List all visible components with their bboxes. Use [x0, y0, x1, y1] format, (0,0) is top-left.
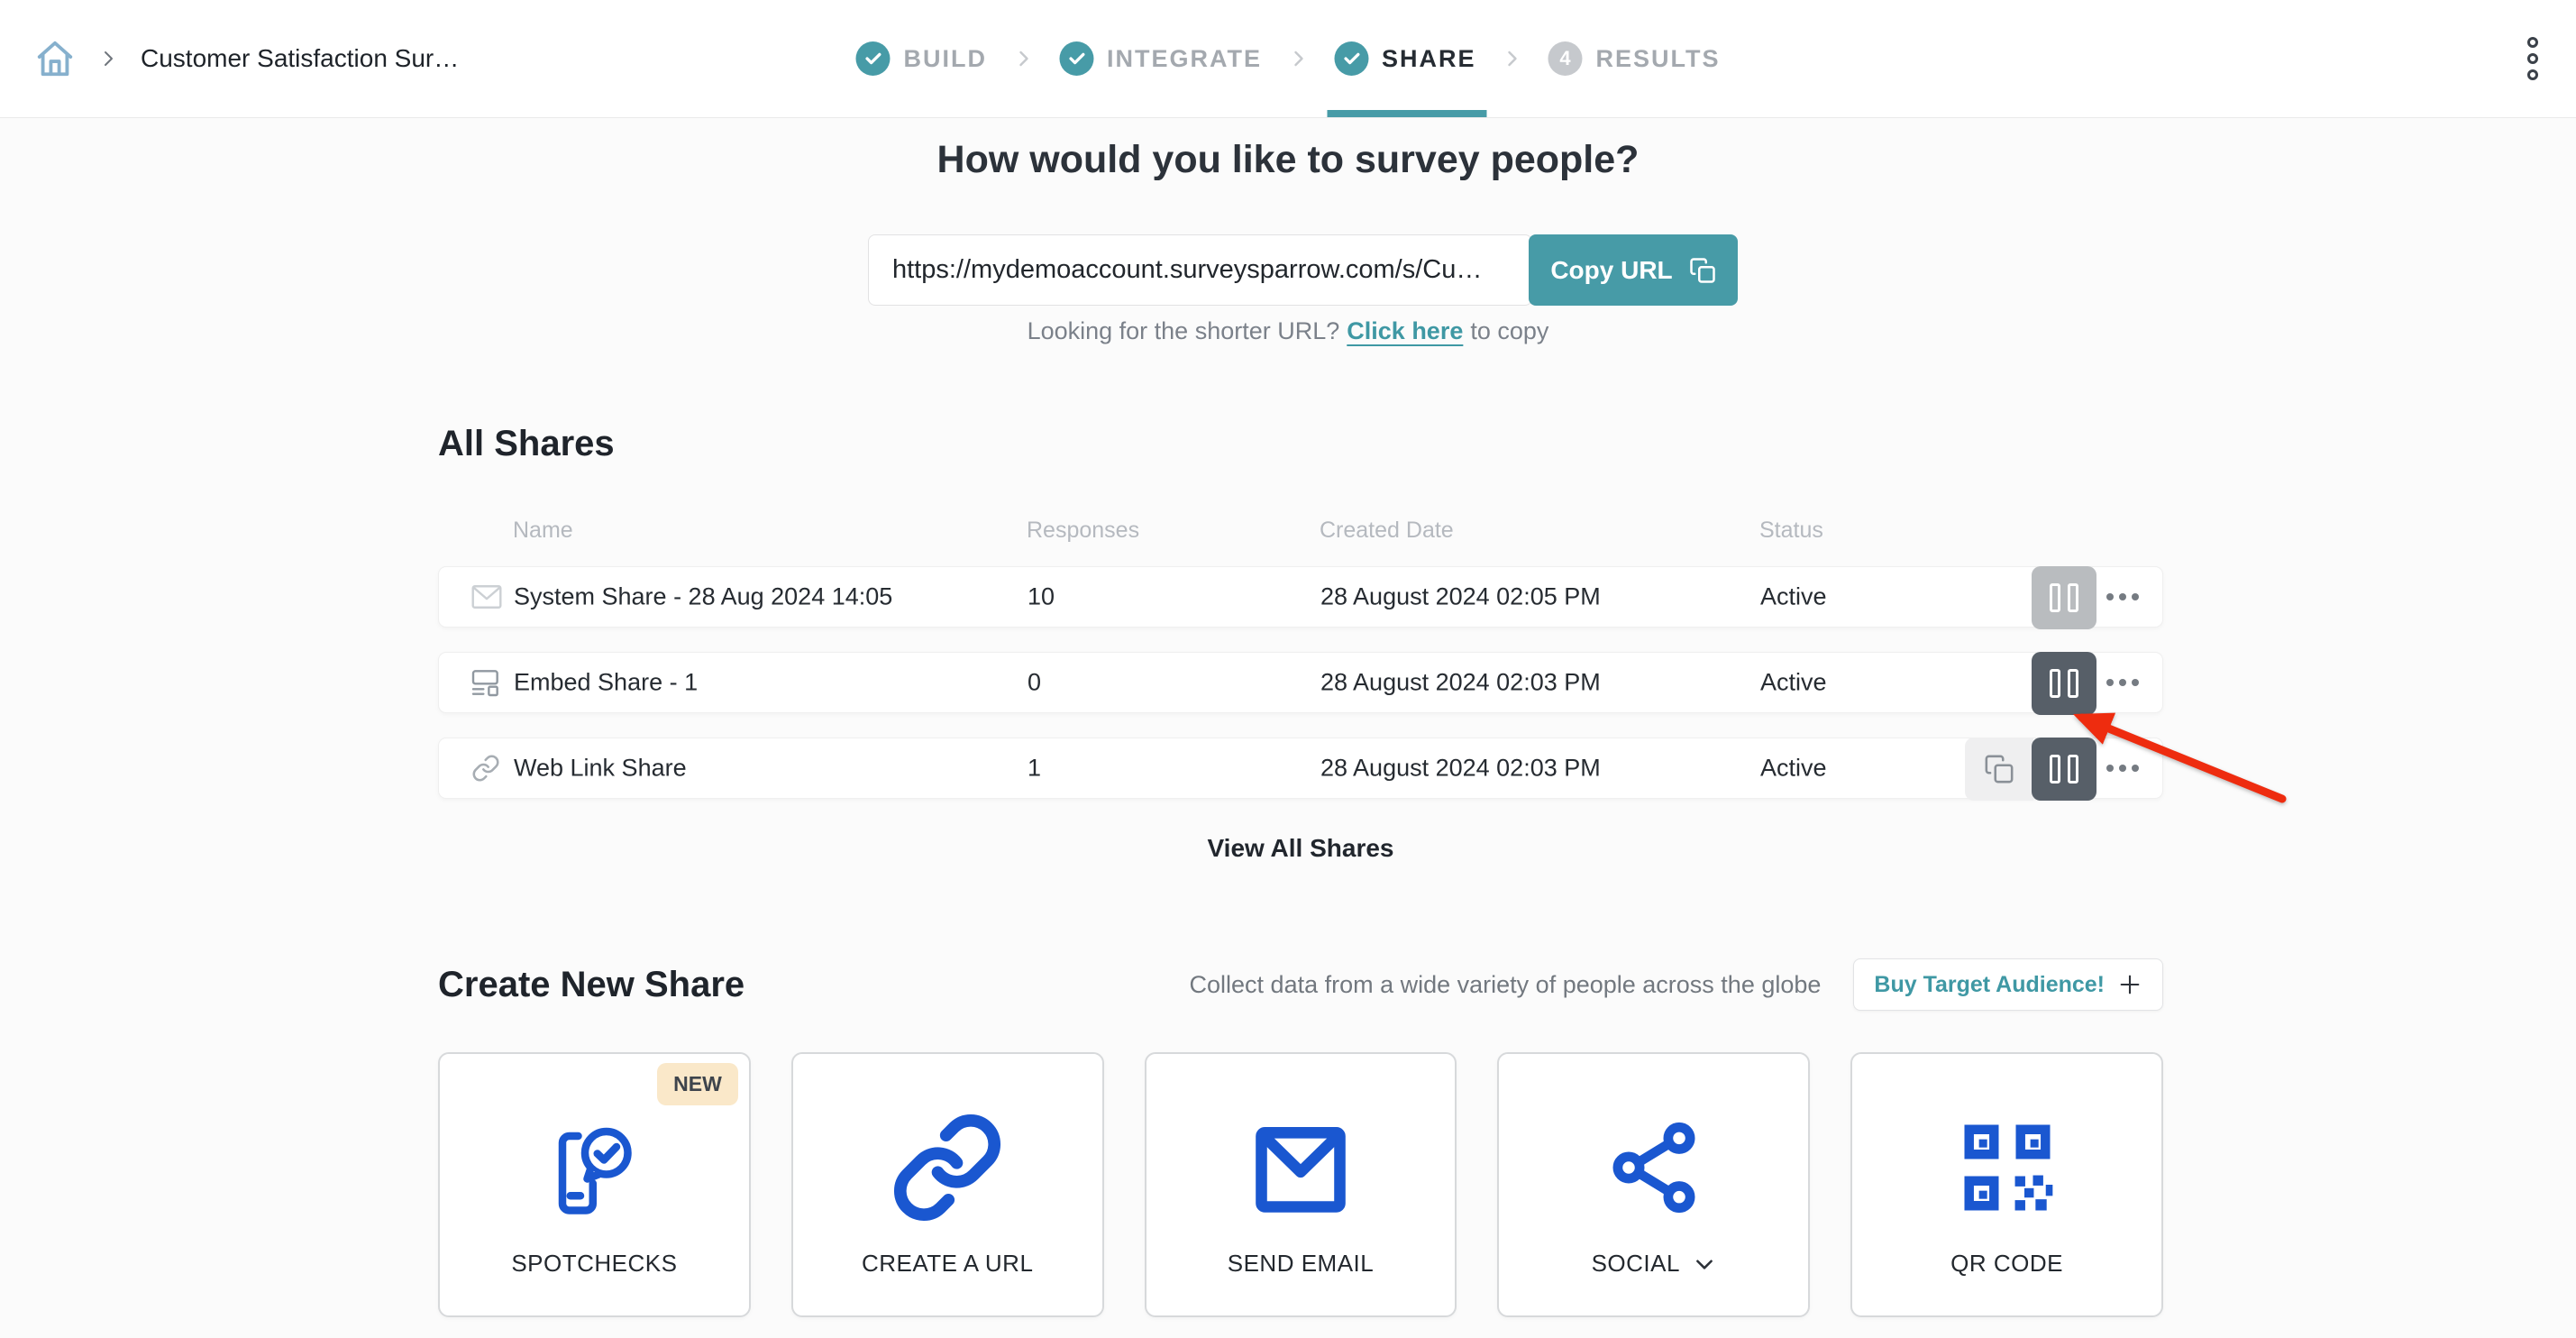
create-share-header: Create New Share Collect data from a wid…	[438, 958, 2163, 1011]
step-label: SHARE	[1382, 45, 1476, 73]
card-label: QR CODE	[1852, 1250, 2161, 1278]
all-shares-section: All Shares Name Responses Created Date S…	[438, 424, 2163, 893]
chevron-right-icon	[1502, 48, 1523, 69]
copy-url-label: Copy URL	[1550, 256, 1672, 285]
column-header-name: Name	[513, 518, 573, 544]
click-here-link[interactable]: Click here	[1347, 317, 1463, 344]
survey-url-bar: Copy URL	[868, 234, 1738, 306]
breadcrumb-chevron-icon	[97, 48, 119, 69]
view-all-shares-link[interactable]: View All Shares	[438, 834, 2163, 863]
copy-icon	[1689, 257, 1716, 284]
card-label: SPOTCHECKS	[440, 1250, 749, 1278]
tab-integrate[interactable]: INTEGRATE	[1059, 0, 1262, 117]
shorter-url-hint: Looking for the shorter URL? Click here to…	[0, 317, 2576, 345]
share-nodes-icon	[1499, 1112, 1808, 1223]
card-label: CREATE A URL	[793, 1250, 1102, 1278]
share-name: Web Link Share	[514, 755, 687, 783]
tab-share[interactable]: SHARE	[1334, 0, 1476, 117]
qr-code-icon	[1852, 1112, 2161, 1223]
card-label: SEND EMAIL	[1146, 1250, 1456, 1278]
share-responses: 1	[1028, 755, 1041, 783]
mail-icon	[471, 584, 502, 609]
create-new-share-section: Create New Share Collect data from a wid…	[438, 958, 2163, 1317]
survey-url-input[interactable]	[868, 234, 1532, 306]
pause-share-button[interactable]	[2032, 652, 2096, 715]
create-share-header-right: Collect data from a wide variety of peop…	[1190, 958, 2163, 1011]
share-row-system[interactable]: System Share - 28 Aug 2024 14:05 10 28 A…	[438, 566, 2163, 628]
embed-icon	[471, 668, 500, 697]
share-responses: 10	[1028, 583, 1055, 611]
create-share-title: Create New Share	[438, 965, 744, 1005]
status-badge: Active	[1760, 583, 1827, 611]
copy-url-button[interactable]: Copy URL	[1529, 234, 1738, 306]
pause-icon	[2050, 583, 2078, 612]
check-circle-icon	[1059, 41, 1093, 76]
row-menu-ellipsis-icon[interactable]	[2096, 567, 2150, 627]
share-responses: 0	[1028, 669, 1041, 697]
card-label: SOCIAL	[1592, 1250, 1680, 1278]
share-name: Embed Share - 1	[514, 669, 698, 697]
page-title: How would you like to survey people?	[0, 138, 2576, 182]
shorter-url-prefix: Looking for the shorter URL?	[1028, 317, 1340, 344]
link-icon	[471, 754, 500, 783]
row-menu-ellipsis-icon[interactable]	[2096, 738, 2150, 798]
home-button[interactable]	[34, 38, 76, 79]
chevron-down-icon	[1693, 1252, 1716, 1276]
card-create-a-url[interactable]: CREATE A URL	[791, 1052, 1104, 1317]
step-number-circle: 4	[1548, 41, 1583, 76]
card-qr-code[interactable]: QR CODE	[1850, 1052, 2163, 1317]
chevron-right-icon	[1287, 48, 1309, 69]
copy-icon	[1984, 754, 2014, 784]
card-social[interactable]: SOCIAL	[1497, 1052, 1810, 1317]
workflow-stepper: BUILD INTEGRATE SHARE 4 RESULTS	[855, 0, 1720, 117]
share-channel-cards: NEW SPOTCHECKS	[438, 1052, 2163, 1317]
column-header-created: Created Date	[1320, 518, 1454, 544]
step-label: INTEGRATE	[1107, 45, 1262, 73]
breadcrumb: Customer Satisfaction Sur…	[0, 38, 459, 79]
duplicate-share-button[interactable]	[1965, 738, 2033, 801]
plus-icon	[2117, 972, 2142, 997]
link-icon	[793, 1112, 1102, 1223]
share-created: 28 August 2024 02:03 PM	[1320, 669, 1601, 697]
column-header-status: Status	[1759, 518, 1823, 544]
step-number: 4	[1559, 47, 1570, 70]
tab-build[interactable]: BUILD	[855, 0, 987, 117]
pause-share-button[interactable]	[2032, 738, 2096, 801]
column-header-responses: Responses	[1027, 518, 1139, 544]
buy-target-audience-label: Buy Target Audience!	[1874, 972, 2105, 998]
mail-icon	[1146, 1112, 1456, 1223]
card-spotchecks[interactable]: NEW SPOTCHECKS	[438, 1052, 751, 1317]
status-badge: Active	[1760, 755, 1827, 783]
check-circle-icon	[1334, 41, 1368, 76]
top-navigation-bar: Customer Satisfaction Sur… BUILD INTEGRA…	[0, 0, 2576, 118]
pause-icon	[2050, 669, 2078, 698]
step-label: RESULTS	[1596, 45, 1721, 73]
step-label: BUILD	[903, 45, 987, 73]
shares-table-header: Name Responses Created Date Status	[438, 518, 2163, 545]
new-badge: NEW	[657, 1063, 738, 1105]
more-options-kebab-icon[interactable]	[2527, 37, 2538, 80]
share-name: System Share - 28 Aug 2024 14:05	[514, 583, 892, 611]
pause-icon	[2050, 755, 2078, 784]
share-created: 28 August 2024 02:05 PM	[1320, 583, 1601, 611]
row-menu-ellipsis-icon[interactable]	[2096, 653, 2150, 712]
tab-results[interactable]: 4 RESULTS	[1548, 0, 1721, 117]
card-send-email[interactable]: SEND EMAIL	[1145, 1052, 1457, 1317]
card-label-group: SOCIAL	[1499, 1250, 1808, 1278]
spotchecks-icon	[440, 1112, 749, 1223]
share-row-weblink[interactable]: Web Link Share 1 28 August 2024 02:03 PM…	[438, 738, 2163, 799]
check-circle-icon	[855, 41, 890, 76]
pause-share-button[interactable]	[2032, 566, 2096, 629]
home-icon	[34, 38, 76, 79]
share-created: 28 August 2024 02:03 PM	[1320, 755, 1601, 783]
buy-target-audience-button[interactable]: Buy Target Audience!	[1853, 958, 2163, 1011]
share-row-embed[interactable]: Embed Share - 1 0 28 August 2024 02:03 P…	[438, 652, 2163, 713]
survey-name[interactable]: Customer Satisfaction Sur…	[141, 44, 459, 73]
shorter-url-suffix: to copy	[1470, 317, 1548, 344]
create-share-subtitle: Collect data from a wide variety of peop…	[1190, 971, 1822, 999]
chevron-right-icon	[1012, 48, 1034, 69]
status-badge: Active	[1760, 669, 1827, 697]
all-shares-title: All Shares	[438, 424, 2163, 464]
